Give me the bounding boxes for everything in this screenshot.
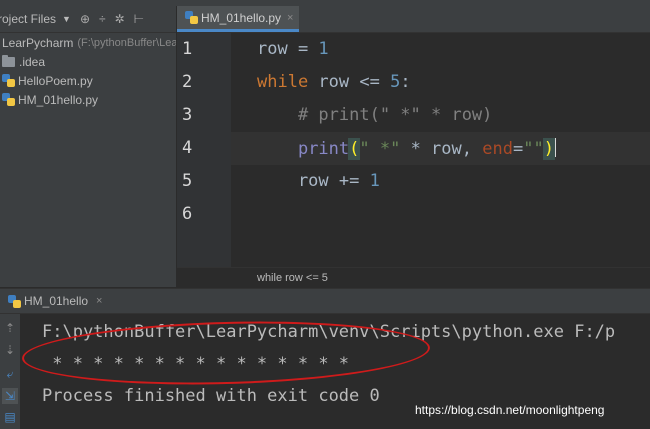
- code-token: while: [257, 72, 309, 92]
- tree-item-label: LearPycharm: [2, 35, 74, 50]
- tree-item-hellopoem[interactable]: HelloPoem.py: [0, 71, 176, 90]
- code-token: =: [512, 139, 524, 159]
- tree-item-path: (F:\pythonBuffer\Lea: [77, 36, 176, 49]
- line-number: 5: [182, 171, 193, 191]
- hide-icon[interactable]: ⊢: [134, 12, 144, 26]
- code-line: # print(" *" * row): [257, 105, 492, 125]
- tree-item-label: .idea: [19, 54, 46, 69]
- watermark: https://blog.csdn.net/moonlightpeng: [415, 403, 605, 417]
- project-pane-header: roject Files ▼ ⊕ ÷ ✲ ⊢: [0, 6, 176, 33]
- tab-hm01hello[interactable]: HM_01hello.py ×: [177, 6, 299, 32]
- code-editor[interactable]: row = 1 while row <= 5: # print(" *" * r…: [231, 33, 650, 267]
- tree-item-idea[interactable]: .idea: [0, 52, 176, 71]
- code-line: while row <= 5:: [257, 72, 411, 92]
- project-view-selector[interactable]: roject Files: [0, 12, 56, 26]
- collapse-all-icon[interactable]: ÷: [99, 12, 106, 26]
- code-token: :: [400, 72, 411, 92]
- code-line: print(" *" * row, end=""): [257, 138, 556, 160]
- python-file-icon: [8, 294, 21, 308]
- console-line: F:\pythonBuffer\LearPycharm\venv\Scripts…: [42, 322, 616, 342]
- python-file-icon: [2, 93, 15, 106]
- code-token: * row,: [400, 139, 483, 159]
- code-token: row <=: [308, 72, 391, 92]
- arrow-down-icon[interactable]: ⇣: [2, 342, 18, 358]
- console-line: * * * * * * * * * * * * * * *: [42, 354, 350, 374]
- breadcrumb[interactable]: while row <= 5: [177, 267, 650, 287]
- tab-label: HM_01hello.py: [201, 10, 282, 25]
- run-tab-bar: HM_01hello ×: [0, 288, 650, 314]
- tree-item-hm01hello[interactable]: HM_01hello.py: [0, 90, 176, 109]
- code-line: row = 1: [257, 39, 329, 59]
- soft-wrap-icon[interactable]: ⤶: [2, 366, 18, 382]
- tree-item-label: HM_01hello.py: [18, 92, 99, 107]
- code-token: row =: [257, 39, 319, 59]
- code-token: "": [523, 139, 544, 159]
- line-number: 3: [182, 105, 193, 125]
- code-token: ): [542, 138, 555, 160]
- console-line: Process finished with exit code 0: [42, 386, 380, 406]
- arrow-up-icon[interactable]: ⇡: [2, 320, 18, 336]
- code-token: end: [482, 139, 513, 159]
- code-token: (: [348, 138, 361, 160]
- text-caret: [553, 138, 556, 157]
- python-file-icon: [2, 74, 15, 87]
- code-token: 1: [318, 39, 329, 59]
- gear-icon[interactable]: ✲: [115, 12, 125, 26]
- code-line: row += 1: [257, 171, 380, 191]
- scroll-from-source-icon[interactable]: ⊕: [80, 12, 90, 26]
- project-pane: roject Files ▼ ⊕ ÷ ✲ ⊢ LearPycharm (F:\p…: [0, 6, 177, 287]
- project-tree: LearPycharm (F:\pythonBuffer\Lea .idea H…: [0, 33, 176, 109]
- chevron-down-icon[interactable]: ▼: [62, 14, 71, 24]
- code-token: # print(" *" * row): [257, 105, 493, 125]
- editor-tab-bar: HM_01hello.py ×: [177, 6, 650, 33]
- tree-item-root[interactable]: LearPycharm (F:\pythonBuffer\Lea: [0, 33, 176, 52]
- print-icon[interactable]: ▤: [2, 409, 18, 425]
- line-number: 6: [182, 204, 193, 224]
- code-token: 5: [390, 72, 401, 92]
- code-token: 1: [369, 171, 380, 191]
- folder-icon: [2, 54, 15, 67]
- run-tab-label[interactable]: HM_01hello: [24, 294, 88, 308]
- scroll-to-end-icon[interactable]: ⇲: [2, 388, 18, 404]
- line-number: 2: [182, 72, 193, 92]
- code-token: " *": [359, 139, 401, 159]
- tree-item-label: HelloPoem.py: [18, 73, 93, 88]
- line-number-gutter: 1 2 3 4 5 6: [177, 33, 231, 267]
- close-icon[interactable]: ×: [287, 12, 293, 24]
- breadcrumb-item[interactable]: while row <= 5: [257, 272, 328, 284]
- line-number: 1: [182, 39, 193, 59]
- run-toolbar: ⇡ ⇣ ⤶ ⇲ ▤: [0, 314, 20, 429]
- close-icon[interactable]: ×: [96, 295, 102, 307]
- code-token: print: [297, 139, 350, 159]
- python-file-icon: [185, 11, 198, 24]
- code-token: row +=: [257, 171, 370, 191]
- line-number: 4: [182, 138, 193, 158]
